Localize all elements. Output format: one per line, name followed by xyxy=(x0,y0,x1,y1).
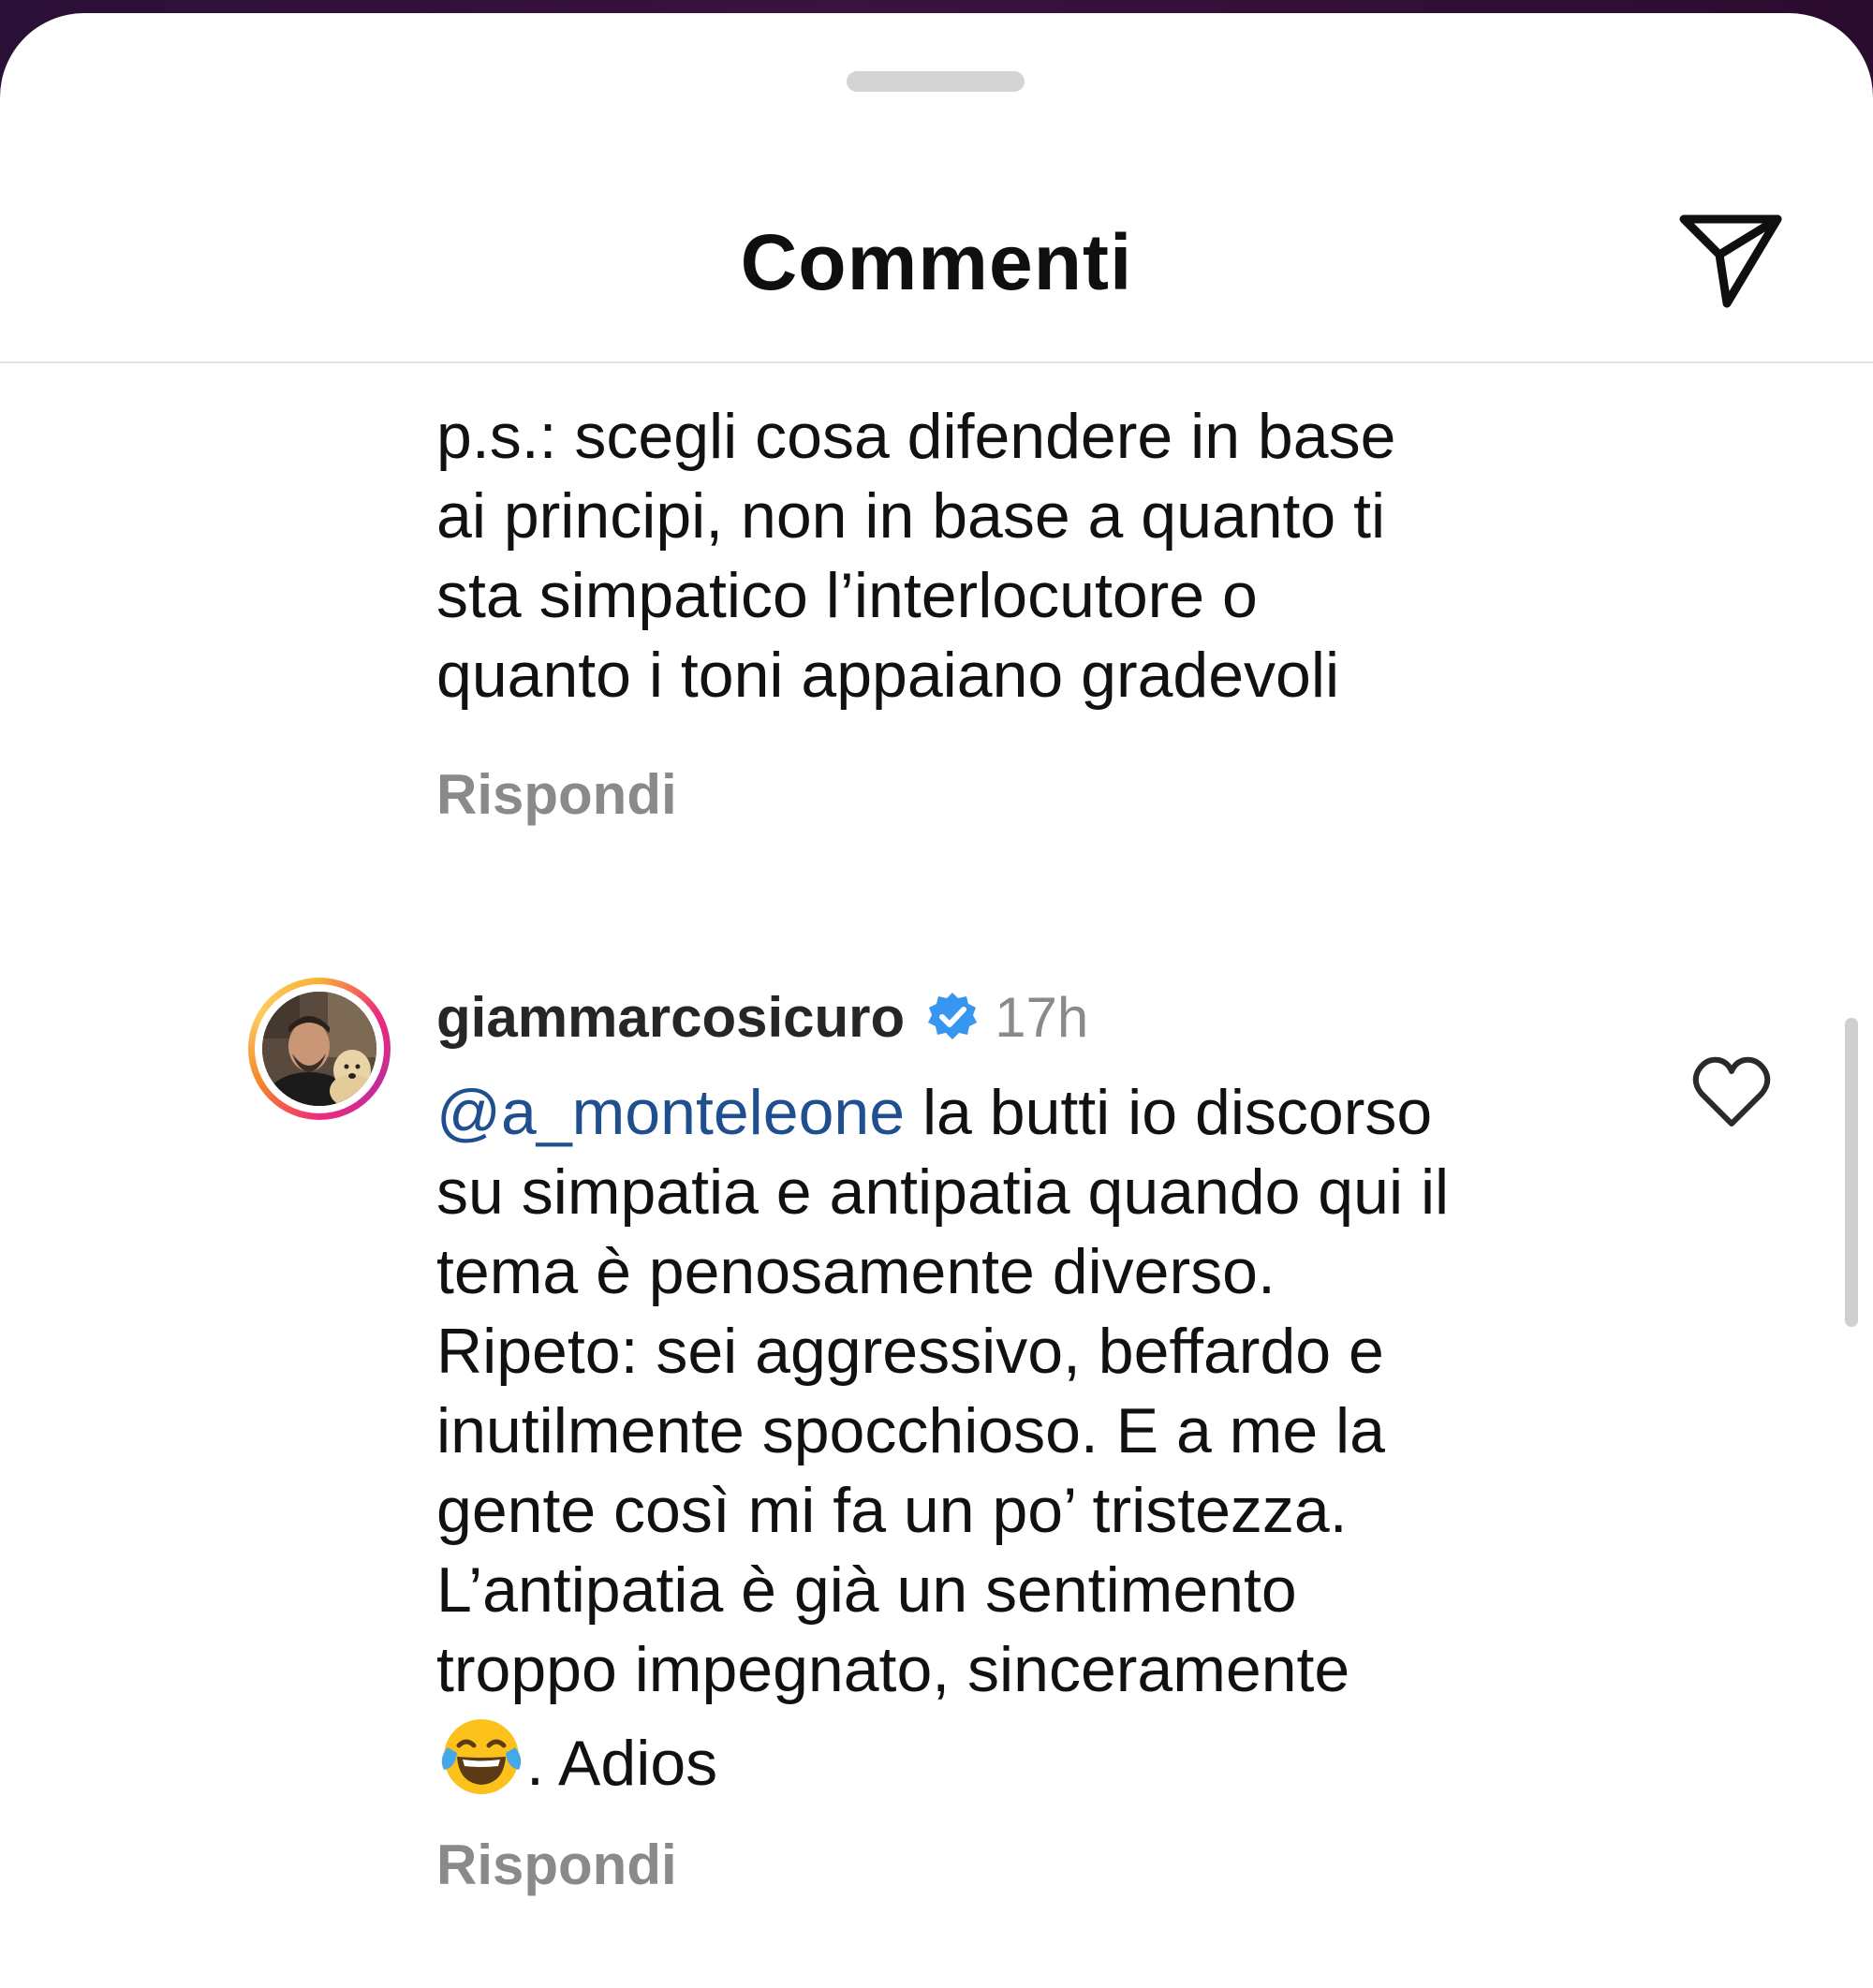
comments-sheet: Commenti p.s.: scegli cosa difendere in … xyxy=(0,13,1873,1988)
share-button[interactable] xyxy=(1669,200,1791,322)
comment-timestamp: 17h xyxy=(995,985,1089,1049)
comment-tail: . Adios xyxy=(526,1728,718,1799)
paper-plane-icon xyxy=(1669,200,1791,322)
avatar-ring-gap xyxy=(255,984,384,1113)
header-divider xyxy=(0,361,1873,363)
scrollbar[interactable] xyxy=(1845,1018,1858,1327)
verified-badge-icon xyxy=(925,990,980,1044)
comment-text: p.s.: scegli cosa difendere in base ai p… xyxy=(436,401,1396,711)
comment-text: @a_monteleone la butti io discorso su si… xyxy=(436,1073,1654,1804)
reply-button[interactable]: Rispondi xyxy=(436,762,677,827)
comment-header: giammarcosicuro 17h xyxy=(436,983,1088,1051)
profile-photo xyxy=(262,992,376,1106)
avatar[interactable] xyxy=(248,978,391,1120)
like-button[interactable] xyxy=(1689,1049,1775,1135)
comment-body: la butti io discorso su simpatia e antip… xyxy=(436,1077,1450,1705)
heart-outline-icon xyxy=(1689,1049,1775,1135)
mention-link[interactable]: @a_monteleone xyxy=(436,1077,905,1148)
page-title: Commenti xyxy=(740,218,1133,306)
comment-username[interactable]: giammarcosicuro xyxy=(436,985,905,1050)
drag-handle[interactable] xyxy=(847,71,1025,92)
face-with-tears-of-joy-icon xyxy=(436,1710,526,1800)
reply-button[interactable]: Rispondi xyxy=(436,1833,677,1897)
